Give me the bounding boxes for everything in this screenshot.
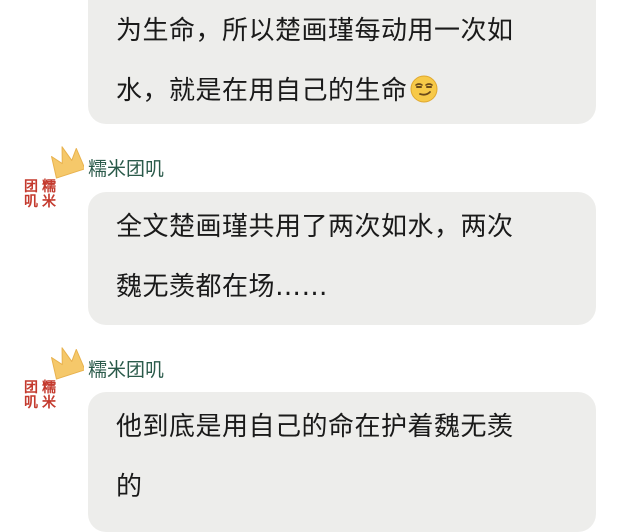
message-text-line: 为生命，所以楚画瑾每动用一次如 [116,16,514,46]
sender-name[interactable]: 糯米团叽 [88,154,164,181]
message-text-line: 魏无羡都在场…… [116,272,329,302]
avatar[interactable]: 团 糯 叽 米 [20,343,86,413]
avatar-seal: 团 糯 叽 米 [24,179,56,210]
message-text-line: 全文楚画瑾共用了两次如水，两次 [116,212,514,242]
smirk-emoji-icon [410,75,438,103]
crown-icon [51,146,84,179]
sender-name[interactable]: 糯米团叽 [88,355,164,382]
avatar[interactable]: 团 糯 叽 米 [20,142,86,212]
message-text-line: 他到底是用自己的命在护着魏无羡 [116,412,514,442]
message-bubble[interactable]: 为生命，所以楚画瑾每动用一次如 水，就是在用自己的生命 [88,0,596,124]
message-text-line: 的 [116,472,143,502]
message-text-line: 水，就是在用自己的生命 [116,76,408,106]
avatar-seal: 团 糯 叽 米 [24,380,56,411]
message-bubble[interactable]: 全文楚画瑾共用了两次如水，两次 魏无羡都在场…… [88,192,596,325]
crown-icon [51,347,84,380]
message-bubble[interactable]: 他到底是用自己的命在护着魏无羡 的 [88,392,596,532]
